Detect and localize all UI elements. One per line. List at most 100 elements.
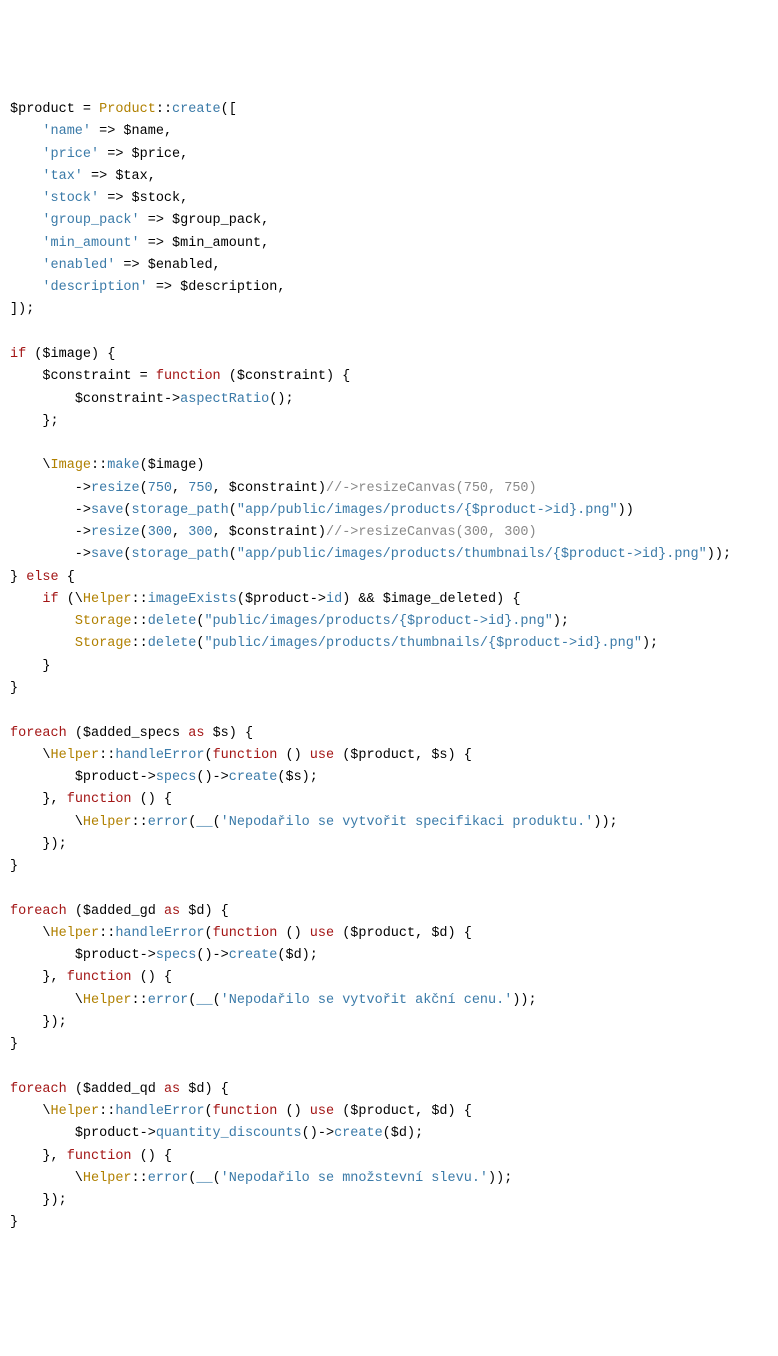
token [156, 1082, 164, 1097]
token: { [59, 570, 75, 585]
token: () [277, 1104, 309, 1119]
token: 'stock' [42, 191, 99, 206]
token: ( [67, 726, 83, 741]
token: ()-> [196, 770, 228, 785]
code-block: $product = Product::create([ 'name' => $… [10, 99, 768, 1235]
code-line: 'name' => $name, [10, 121, 768, 143]
token: function [67, 1149, 132, 1164]
token: $product [75, 770, 140, 785]
token: Helper [83, 592, 132, 607]
token: , [261, 236, 269, 251]
token: ( [140, 481, 148, 496]
token: if [10, 347, 26, 362]
code-line: }; [10, 411, 768, 433]
token: $product [350, 1104, 415, 1119]
token: $d [285, 948, 301, 963]
token: :: [156, 102, 172, 117]
token: storage_path [132, 503, 229, 518]
code-line: \Helper::handleError(function () use ($p… [10, 1101, 768, 1123]
token: Helper [83, 993, 132, 1008]
token: -> [10, 547, 91, 562]
token: $d [431, 926, 447, 941]
code-line: } [10, 1034, 768, 1056]
token: ( [26, 347, 42, 362]
token: Storage [75, 614, 132, 629]
token: -> [140, 1126, 156, 1141]
token: -> [10, 503, 91, 518]
code-line: $product->specs()->create($s); [10, 767, 768, 789]
token: ); [302, 770, 318, 785]
token: $stock [132, 191, 181, 206]
token [10, 636, 75, 651]
token: () { [132, 792, 173, 807]
token: -> [140, 770, 156, 785]
token [10, 592, 42, 607]
token: "public/images/products/{$product->id}.p… [204, 614, 552, 629]
token: delete [148, 614, 197, 629]
token: 'price' [42, 147, 99, 162]
code-line: $product->specs()->create($d); [10, 945, 768, 967]
token: $group_pack [172, 213, 261, 228]
token: handleError [115, 748, 204, 763]
token: ); [642, 636, 658, 651]
token: create [334, 1126, 383, 1141]
token: )) [618, 503, 634, 518]
token: } [10, 681, 18, 696]
token: $tax [115, 169, 147, 184]
code-line: if (\Helper::imageExists($product->id) &… [10, 589, 768, 611]
token: -> [10, 481, 91, 496]
token [10, 191, 42, 206]
token: delete [148, 636, 197, 651]
token: ) && [342, 592, 383, 607]
token: ( [67, 904, 83, 919]
code-line: }); [10, 1012, 768, 1034]
token: ()-> [302, 1126, 334, 1141]
token: $enabled [148, 258, 213, 273]
token: ) { [448, 748, 472, 763]
token: Image [51, 458, 92, 473]
token: ) [318, 481, 326, 496]
token: create [172, 102, 221, 117]
token: = [132, 369, 156, 384]
token: Storage [75, 636, 132, 651]
token: $product [75, 1126, 140, 1141]
token: $product [350, 748, 415, 763]
code-line: 'price' => $price, [10, 144, 768, 166]
token: ( [213, 815, 221, 830]
token: use [310, 748, 334, 763]
token: () [277, 926, 309, 941]
token: $added_qd [83, 1082, 156, 1097]
token: as [164, 904, 180, 919]
token: "public/images/products/thumbnails/{$pro… [204, 636, 641, 651]
token: ( [123, 503, 131, 518]
token: $product [350, 926, 415, 941]
token: :: [99, 926, 115, 941]
code-line: 'enabled' => $enabled, [10, 255, 768, 277]
token: ) { [448, 926, 472, 941]
token: storage_path [132, 547, 229, 562]
token: , [415, 926, 431, 941]
token: 'min_amount' [42, 236, 139, 251]
token: :: [132, 815, 148, 830]
token: } [10, 859, 18, 874]
token: , [180, 147, 188, 162]
code-line: Storage::delete("public/images/products/… [10, 633, 768, 655]
token [10, 392, 75, 407]
code-line: 'stock' => $stock, [10, 188, 768, 210]
token: :: [99, 748, 115, 763]
token: $added_gd [83, 904, 156, 919]
token: else [26, 570, 58, 585]
token: $name [123, 124, 164, 139]
token: ( [213, 993, 221, 1008]
token: => [99, 147, 131, 162]
code-line: ]); [10, 299, 768, 321]
code-line: }); [10, 1190, 768, 1212]
token: $constraint [229, 525, 318, 540]
code-line: 'description' => $description, [10, 277, 768, 299]
token: foreach [10, 904, 67, 919]
token: :: [91, 458, 107, 473]
token: () { [132, 970, 173, 985]
token: 'description' [42, 280, 147, 295]
code-line: foreach ($added_specs as $s) { [10, 723, 768, 745]
token: , [261, 213, 269, 228]
